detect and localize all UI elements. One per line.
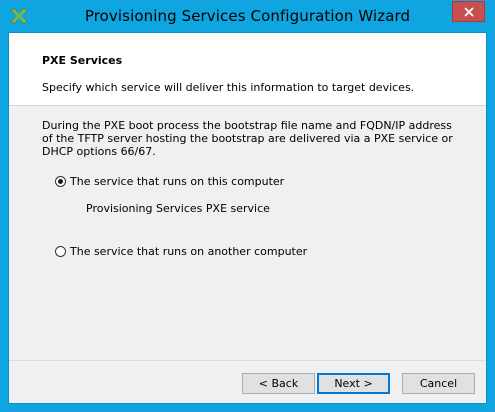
page-title: PXE Services: [42, 54, 123, 67]
close-button[interactable]: [452, 1, 485, 22]
close-icon: [464, 7, 474, 17]
back-button[interactable]: < Back: [242, 373, 315, 394]
radio-this-computer-label[interactable]: The service that runs on this computer: [70, 175, 284, 188]
next-button[interactable]: Next >: [317, 373, 390, 394]
radio-another-computer[interactable]: The service that runs on another compute…: [55, 245, 307, 258]
wizard-footer: < Back Next > Cancel: [9, 361, 486, 403]
wizard-body: During the PXE boot process the bootstra…: [9, 106, 486, 370]
radio-this-computer-indicator[interactable]: [55, 176, 66, 187]
wizard-window: Provisioning Services Configuration Wiza…: [0, 0, 495, 412]
wizard-client-area: PXE Services Specify which service will …: [8, 32, 487, 404]
pxe-service-name: Provisioning Services PXE service: [86, 202, 270, 215]
radio-this-computer[interactable]: The service that runs on this computer: [55, 175, 284, 188]
radio-another-computer-indicator[interactable]: [55, 246, 66, 257]
title-bar[interactable]: Provisioning Services Configuration Wiza…: [1, 1, 494, 32]
radio-another-computer-label[interactable]: The service that runs on another compute…: [70, 245, 307, 258]
window-title: Provisioning Services Configuration Wiza…: [84, 7, 411, 25]
pxe-description: During the PXE boot process the bootstra…: [42, 119, 453, 158]
page-subtitle: Specify which service will deliver this …: [42, 81, 415, 94]
wizard-header: PXE Services Specify which service will …: [9, 33, 486, 105]
cancel-button[interactable]: Cancel: [402, 373, 475, 394]
